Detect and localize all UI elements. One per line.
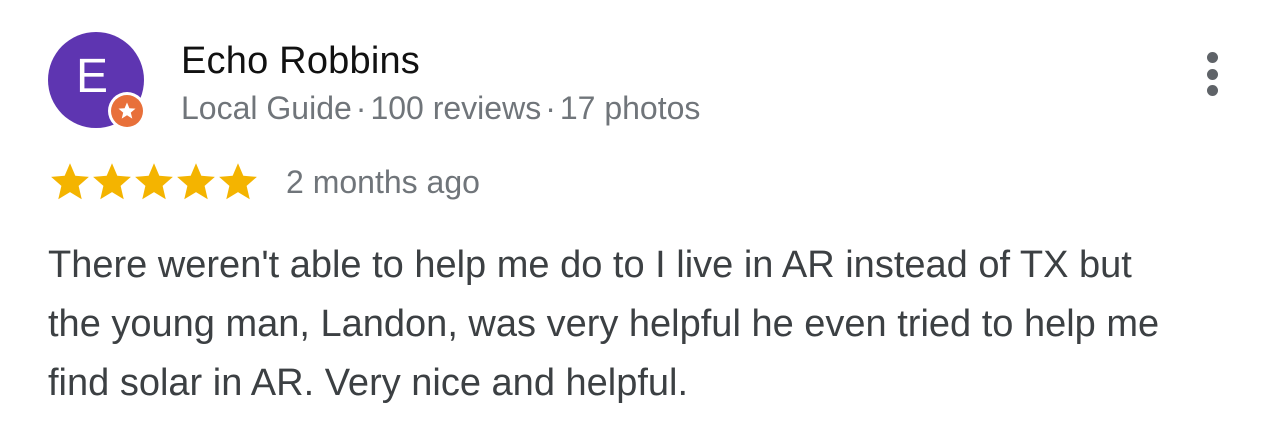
review-count: 100 reviews [370,90,542,126]
star-icon [135,163,173,200]
meta-separator: · [545,90,556,126]
local-guide-badge-icon [108,92,146,130]
star-icon [51,163,89,200]
review-text: There weren't able to help me do to I li… [48,244,1160,404]
local-guide-badge-circle [111,95,143,127]
star-icon [93,163,131,200]
badge-star-icon [118,102,136,119]
reviewer-meta: Local Guide · 100 reviews · 17 photos [181,90,700,127]
local-guide-label: Local Guide [181,90,352,126]
photo-count: 17 photos [559,90,701,126]
avatar-initial: E [75,50,108,103]
more-vertical-icon[interactable] [1190,48,1234,100]
review-date: 2 months ago [286,163,480,200]
star-icon [219,163,257,200]
star-icon [177,163,215,200]
meta-separator: · [355,90,367,126]
reviewer-name[interactable]: Echo Robbins [181,40,420,83]
more-dot [1206,52,1218,63]
review-card: E Echo Robbins Local Guide · 100 reviews · 1… [0,0,1284,431]
rating-row: 2 months ago [48,156,480,208]
star-rating [48,160,258,204]
more-dot [1206,68,1218,80]
more-dot [1206,85,1218,96]
